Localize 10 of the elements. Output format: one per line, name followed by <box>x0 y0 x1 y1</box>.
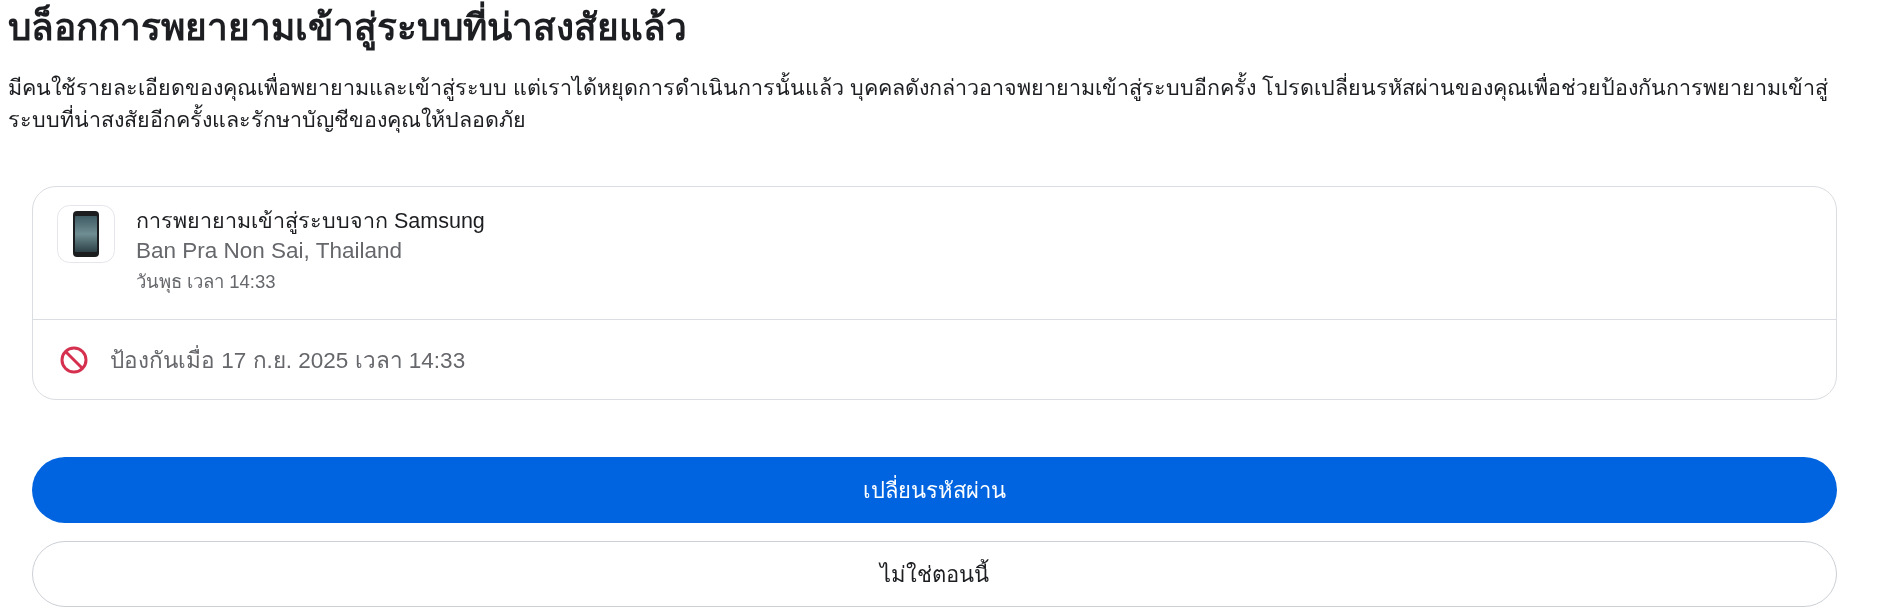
blocked-notice: ป้องกันเมื่อ 17 ก.ย. 2025 เวลา 14:33 <box>110 344 466 375</box>
phone-icon <box>57 205 115 263</box>
blocked-icon <box>60 345 88 374</box>
description-text: มีคนใช้รายละเอียดของคุณเพื่อพยายามและเข้าสู่ระบบ แต่เราได้หยุดการดำเนินการนั้นแล้ว บุคคลดังกล่าวอาจพยายามเข้าสู่ระบบอีกครั้ง โปรดเปลี่ยนรหัสผ่านของคุณเพื่อช่วยป้องกันการพยายามเข้าสู่ระบบที่น่าสงสัยอีกครั้งและรักษาบัญชีของคุณให้ปลอดภัย <box>8 72 1874 136</box>
change-password-button[interactable]: เปลี่ยนรหัสผ่าน <box>32 457 1837 523</box>
page-title: บล็อกการพยายามเข้าสู่ระบบที่น่าสงสัยแล้ว <box>8 0 1874 56</box>
attempt-title: การพยายามเข้าสู่ระบบจาก Samsung <box>136 208 485 235</box>
attempt-time: วันพุธ เวลา 14:33 <box>136 270 277 295</box>
attempt-location: Ban Pra Non Sai, Thailand <box>136 237 403 265</box>
not-now-button[interactable]: ไม่ใช่ตอนนี้ <box>32 541 1837 607</box>
